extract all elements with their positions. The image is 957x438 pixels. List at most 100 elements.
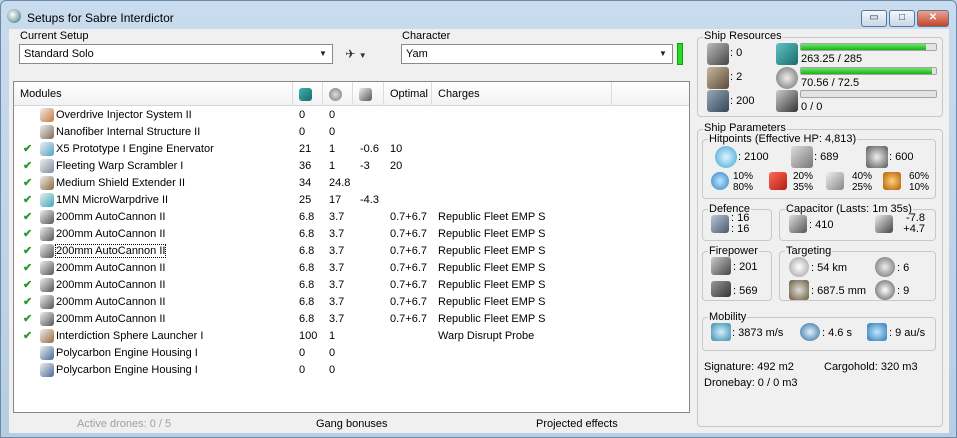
module-powergrid: 0 [329,364,336,376]
autocannon-icon [40,261,54,275]
module-powergrid: 1 [329,143,336,155]
module-row[interactable]: Polycarbon Engine Housing I 0 0 [14,362,689,379]
empty-checkmark[interactable] [23,126,33,138]
module-row[interactable]: Polycarbon Engine Housing I 0 0 [14,345,689,362]
module-row[interactable]: ✔ 200mm AutoCannon II 6.8 3.7 0.7+6.7 Republi… [14,277,689,294]
gang-bonuses-tab[interactable]: Gang bonuses [316,418,388,430]
client-area: Current Setup Standard Solo ▼ ✈ ▼ Charac… [9,29,949,433]
module-row[interactable]: ✔ X5 Prototype I Engine Enervator 21 1 -0.6 1… [14,141,689,158]
character-dropdown[interactable]: Yam ▼ [401,44,673,64]
checkmark-icon[interactable]: ✔ [23,279,33,291]
chevron-down-icon: ▼ [659,49,667,58]
module-powergrid: 1 [329,330,336,342]
checkmark-icon[interactable]: ✔ [23,143,33,155]
module-row[interactable]: ✔ 200mm AutoCannon II 6.8 3.7 0.7+6.7 Republi… [14,226,689,243]
module-powergrid: 3.7 [329,262,345,274]
close-icon: ✕ [928,12,938,23]
minimize-button[interactable]: ▭ [861,10,887,27]
ship-resources-label: Ship Resources [703,30,783,42]
module-cpu: 0 [299,126,306,138]
setup-options-button[interactable]: ✈ ▼ [339,44,373,64]
close-button[interactable]: ✕ [917,10,949,27]
column-optimal[interactable]: Optimal [384,82,432,106]
hitpoints-label: Hitpoints (Effective HP: 4,813) [708,133,858,145]
shield-hp-icon [715,146,737,168]
checkmark-icon[interactable]: ✔ [23,245,33,257]
module-powergrid: 0 [329,109,336,121]
module-optimal: 0.7+6.7 [390,211,428,223]
column-modules[interactable]: Modules [14,82,293,106]
module-powergrid: 24.8 [329,177,351,189]
defence-values: : 16: 16 [731,213,749,235]
defence-value-b: : 16 [731,223,750,235]
module-row[interactable]: ✔ 200mm AutoCannon II 6.8 3.7 0.7+6.7 Republi… [14,311,689,328]
autocannon-icon [40,278,54,292]
module-cpu: 0 [299,364,306,376]
module-capacitor: -0.6 [360,143,379,155]
overdrive-injector-icon [40,108,54,122]
checkmark-icon[interactable]: ✔ [23,194,33,206]
checkmark-icon[interactable]: ✔ [23,228,33,240]
calibration-value: : 200 [730,95,755,107]
module-row[interactable]: ✔ 200mm AutoCannon II 6.8 3.7 0.7+6.7 Republi… [14,294,689,311]
module-row[interactable]: Overdrive Injector System II 0 0 [14,107,689,124]
ship-stats-panel: Ship Resources : 0 : 2 : 200 263.25 / 28… [697,29,949,433]
checkmark-icon[interactable]: ✔ [23,296,33,308]
window-title: Setups for Sabre Interdictor [27,11,174,25]
thermal-armor-resist: 35% [792,182,813,193]
column-charges[interactable]: Charges [432,82,612,106]
cpu-bar-fill [801,44,926,50]
checkmark-icon[interactable]: ✔ [23,211,33,223]
empty-checkmark[interactable] [23,109,33,121]
module-charges: Republic Fleet EMP S [438,279,546,291]
module-name: Fleeting Warp Scrambler I [56,160,184,172]
em-armor-resist: 80% [732,182,753,193]
module-cpu: 0 [299,347,306,359]
module-cpu: 6.8 [299,262,315,274]
module-row[interactable]: Nanofiber Internal Structure II 0 0 [14,124,689,141]
main-window: Setups for Sabre Interdictor ▭ □ ✕ Curre… [0,0,957,438]
module-row[interactable]: ✔ 200mm AutoCannon II 6.8 3.7 0.7+6.7 Republi… [14,209,689,226]
projected-effects-tab[interactable]: Projected effects [536,418,618,430]
microwarpdrive-icon [40,193,54,207]
module-row[interactable]: ✔ Interdiction Sphere Launcher I 100 1 Warp … [14,328,689,345]
maximize-icon: □ [898,12,906,23]
checkmark-icon[interactable]: ✔ [23,313,33,325]
active-drones-label: Active drones: 0 / 5 [77,418,172,430]
checkmark-icon[interactable]: ✔ [23,177,33,189]
module-row[interactable]: ✔ 200mm AutoCannon II 6.8 3.7 0.7+6.7 Republi… [14,260,689,277]
module-powergrid: 17 [329,194,342,206]
checkmark-icon[interactable]: ✔ [23,262,33,274]
table-header: Modules Optimal Charges [14,82,689,106]
module-name: 200mm AutoCannon II [56,262,166,274]
capacitor-label: Capacitor (Lasts: 1m 35s) [785,203,913,215]
checkmark-icon[interactable]: ✔ [23,160,33,172]
character-label: Character [402,30,451,42]
checkmark-icon[interactable]: ✔ [23,330,33,342]
column-capacitor[interactable] [353,82,384,106]
empty-checkmark[interactable] [23,364,33,376]
launcher-icon [40,329,54,343]
module-powergrid: 0 [329,126,336,138]
module-cpu: 6.8 [299,228,315,240]
module-powergrid: 3.7 [329,211,345,223]
module-charges: Republic Fleet EMP S [438,228,546,240]
column-powergrid[interactable] [323,82,353,106]
velocity-icon [711,323,731,341]
empty-checkmark[interactable] [23,347,33,359]
module-row[interactable]: ✔ 1MN MicroWarpdrive II 25 17 -4.3 [14,192,689,209]
max-targets-icon [875,257,895,277]
module-row[interactable]: ✔ 200mm AutoCannon II 6.8 3.7 0.7+6.7 Republi… [14,243,689,260]
target-range-icon [789,257,809,277]
warp-scrambler-icon [40,159,54,173]
module-row[interactable]: ✔ Fleeting Warp Scrambler I 36 1 -3 20 [14,158,689,175]
modules-table[interactable]: Modules Optimal Charges Overdrive Inject… [13,81,690,413]
setup-dropdown[interactable]: Standard Solo ▼ [19,44,333,64]
module-powergrid: 3.7 [329,279,345,291]
capacitor-icon [789,215,807,233]
maximize-button[interactable]: □ [889,10,915,27]
cpu-icon [776,43,798,65]
armor-hp-value: : 689 [814,151,839,163]
module-row[interactable]: ✔ Medium Shield Extender II 34 24.8 [14,175,689,192]
column-cpu[interactable] [293,82,323,106]
